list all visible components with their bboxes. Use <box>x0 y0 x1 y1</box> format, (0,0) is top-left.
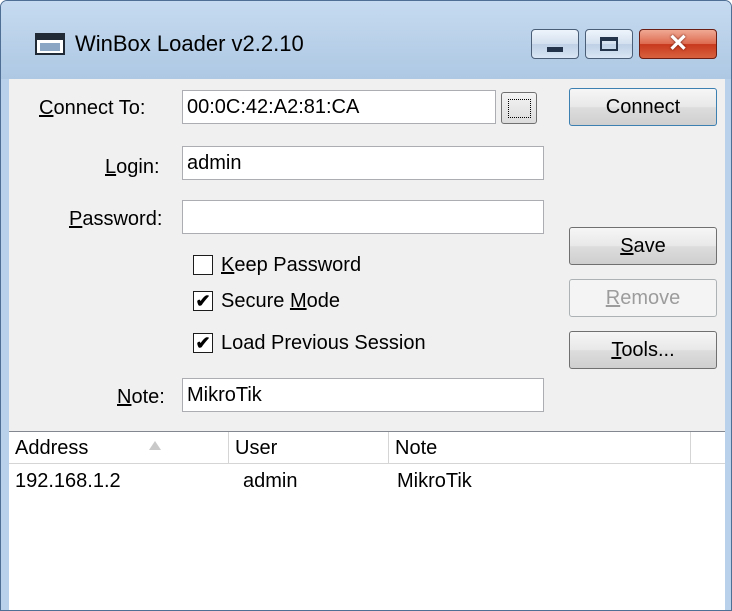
column-header-user[interactable]: User <box>229 432 389 464</box>
winbox-loader-window: WinBox Loader v2.2.10 ✕ Connect To: 00:0… <box>0 0 732 611</box>
close-icon: ✕ <box>667 30 689 57</box>
list-cell-address: 192.168.1.2 <box>15 470 121 492</box>
maximize-button[interactable] <box>585 29 633 59</box>
note-input[interactable]: MikroTik <box>182 378 544 412</box>
list-cell-user: admin <box>243 470 298 492</box>
browse-neighbors-button[interactable] <box>501 92 537 124</box>
password-label: Password: <box>69 208 163 230</box>
minimize-button[interactable] <box>531 29 579 59</box>
remove-button[interactable]: Remove <box>569 279 717 317</box>
connect-to-label: Connect To: <box>39 97 146 119</box>
sort-ascending-icon <box>149 441 161 450</box>
password-input[interactable] <box>182 200 544 234</box>
secure-mode-checkbox[interactable]: ✔ <box>193 291 213 311</box>
close-button[interactable]: ✕ <box>639 29 717 59</box>
login-input[interactable]: admin <box>182 146 544 180</box>
keep-password-label[interactable]: Keep Password <box>221 254 361 277</box>
title-bar[interactable]: WinBox Loader v2.2.10 ✕ <box>1 1 731 79</box>
app-window-icon <box>35 33 65 55</box>
note-label: Note: <box>117 386 165 408</box>
list-cell-note: MikroTik <box>397 470 472 492</box>
column-header-address[interactable]: Address <box>9 432 229 464</box>
keep-password-checkbox[interactable] <box>193 255 213 275</box>
column-header-note[interactable]: Note <box>389 432 691 464</box>
dialog-body: Connect To: 00:0C:42:A2:81:CA Connect Lo… <box>9 79 725 610</box>
maximize-icon <box>600 37 618 51</box>
list-item[interactable]: 192.168.1.2 admin MikroTik <box>9 466 725 496</box>
connect-to-input[interactable]: 00:0C:42:A2:81:CA <box>182 90 496 124</box>
window-title: WinBox Loader v2.2.10 <box>75 31 304 56</box>
list-header: Address User Note <box>9 432 725 464</box>
secure-mode-label[interactable]: Secure Mode <box>221 290 340 313</box>
login-label: Login: <box>105 156 160 178</box>
minimize-icon <box>547 46 563 52</box>
tools-button[interactable]: Tools... <box>569 331 717 369</box>
load-previous-session-label[interactable]: Load Previous Session <box>221 332 426 355</box>
connect-button[interactable]: Connect <box>569 88 717 126</box>
load-previous-session-checkbox[interactable]: ✔ <box>193 333 213 353</box>
saved-sessions-list[interactable]: Address User Note 192.168.1.2 admin Mikr… <box>9 431 725 610</box>
save-button[interactable]: Save <box>569 227 717 265</box>
